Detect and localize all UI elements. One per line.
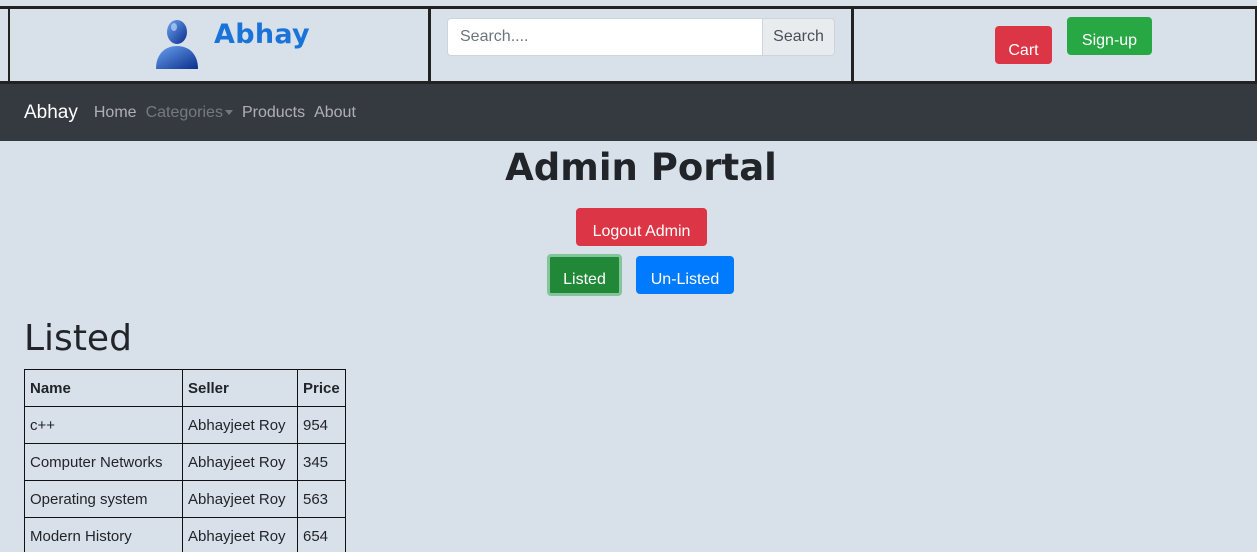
table-row: Operating system Abhayjeet Roy 563 (24, 480, 346, 518)
cell-name: Modern History (24, 517, 183, 552)
nav-link-products[interactable]: Products (242, 104, 305, 122)
listed-products-table: Name Seller Price c++ Abhayjeet Roy 954 … (24, 369, 346, 552)
search-form: Search (447, 18, 835, 56)
caret-down-icon (224, 109, 233, 115)
navbar: Abhay Home Categories Products About (0, 84, 1257, 141)
top-header: Abhay Search Cart Sign-up (0, 6, 1257, 84)
search-cell: Search (428, 9, 851, 81)
user-avatar-icon (156, 20, 198, 69)
brand-logo-link[interactable]: Abhay (150, 15, 310, 71)
cell-name: Operating system (24, 480, 183, 518)
listed-button[interactable]: Listed (547, 254, 622, 296)
search-input[interactable] (447, 18, 762, 56)
cell-name: c++ (24, 406, 183, 444)
cell-seller: Abhayjeet Roy (182, 443, 298, 481)
nav-link-categories[interactable]: Categories (146, 104, 233, 122)
header-name: Name (24, 369, 183, 407)
header-price: Price (297, 369, 346, 407)
table-header-row: Name Seller Price (24, 369, 346, 407)
navbar-brand[interactable]: Abhay (24, 102, 78, 124)
logout-admin-button[interactable]: Logout Admin (576, 208, 707, 246)
search-button[interactable]: Search (762, 18, 835, 56)
cell-price: 563 (297, 480, 346, 518)
signup-button[interactable]: Sign-up (1067, 17, 1152, 55)
cell-seller: Abhayjeet Roy (182, 517, 298, 552)
brand-cell: Abhay (8, 9, 428, 81)
table-row: Modern History Abhayjeet Roy 654 (24, 517, 346, 552)
cart-button[interactable]: Cart (995, 26, 1052, 64)
cell-name: Computer Networks (24, 443, 183, 481)
actions-cell: Cart Sign-up (851, 9, 1257, 81)
table-row: Computer Networks Abhayjeet Roy 345 (24, 443, 346, 481)
page-title: Admin Portal (505, 146, 777, 189)
table-row: c++ Abhayjeet Roy 954 (24, 406, 346, 444)
brand-name: Abhay (214, 19, 310, 50)
cell-price: 345 (297, 443, 346, 481)
cell-price: 954 (297, 406, 346, 444)
cell-seller: Abhayjeet Roy (182, 406, 298, 444)
cell-seller: Abhayjeet Roy (182, 480, 298, 518)
header-seller: Seller (182, 369, 298, 407)
nav-link-home[interactable]: Home (94, 104, 137, 122)
section-title: Listed (24, 318, 132, 359)
nav-link-about[interactable]: About (314, 104, 356, 122)
nav-link-categories-label: Categories (145, 103, 223, 121)
cell-price: 654 (297, 517, 346, 552)
unlisted-button[interactable]: Un-Listed (636, 256, 734, 294)
